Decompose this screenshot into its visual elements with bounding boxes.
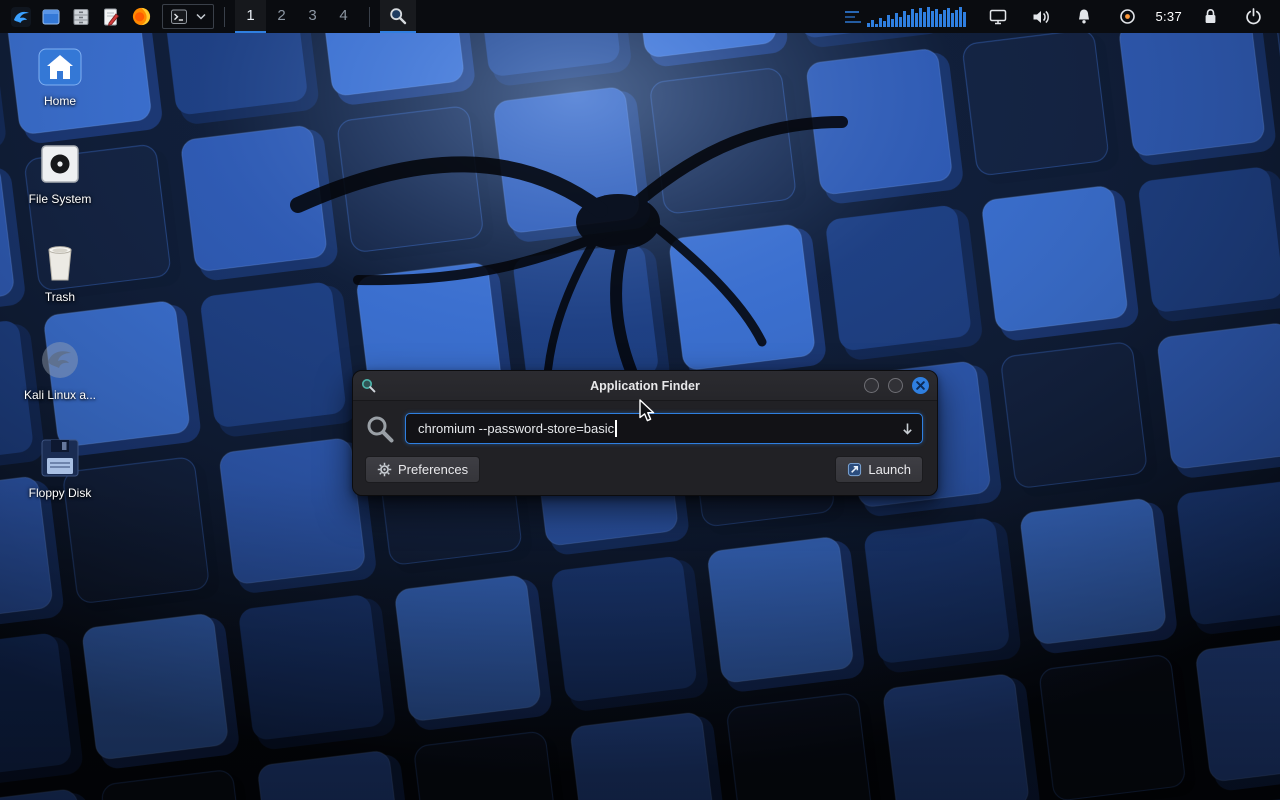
history-dropdown-icon[interactable] — [901, 422, 914, 436]
logout-button[interactable] — [1238, 0, 1268, 33]
file-system-icon — [38, 142, 82, 186]
minimize-button[interactable] — [864, 378, 879, 393]
application-finder-taskbar-icon — [389, 7, 407, 25]
application-finder-icon — [361, 378, 376, 393]
kali-menu-button[interactable] — [6, 0, 36, 33]
launcher-file-manager-button[interactable] — [66, 0, 96, 33]
workspace-4[interactable]: 4 — [328, 0, 359, 33]
terminal-dropdown-button[interactable] — [192, 5, 210, 28]
terminal-icon — [170, 8, 188, 26]
workspace-3[interactable]: 3 — [297, 0, 328, 33]
file-cabinet-icon — [71, 7, 91, 27]
panel-left: 1 2 3 4 — [6, 0, 416, 33]
panel-separator — [224, 7, 225, 27]
window-title: Application Finder — [353, 379, 937, 393]
kali-installer-icon — [38, 338, 82, 382]
desktop-icon-label: Floppy Disk — [29, 486, 92, 500]
chevron-down-icon — [196, 13, 206, 20]
volume-tray-button[interactable] — [1026, 0, 1056, 33]
lock-screen-button[interactable] — [1195, 0, 1225, 33]
terminal-launcher-group — [162, 4, 214, 29]
status-circle-icon — [1119, 8, 1136, 25]
bell-icon — [1076, 8, 1092, 25]
preferences-button[interactable]: Preferences — [365, 456, 480, 483]
window-controls — [864, 377, 929, 394]
updates-tray-button[interactable] — [1112, 0, 1142, 33]
top-panel: 1 2 3 4 — [0, 0, 1280, 33]
command-text: chromium --password-store=basic — [418, 421, 614, 436]
desktop-icon-floppy-disk[interactable]: Floppy Disk — [14, 436, 106, 500]
desktop-icon-kali-linux[interactable]: Kali Linux a... — [14, 338, 106, 402]
desktop-icon-column: Home File System Trash Kali Linux a — [14, 46, 106, 500]
gear-icon — [377, 462, 392, 477]
workspace-1[interactable]: 1 — [235, 0, 266, 33]
titlebar[interactable]: Application Finder — [353, 371, 937, 401]
search-icon — [365, 414, 395, 444]
desktop-icon-label: Trash — [45, 290, 75, 304]
launcher-terminal-button[interactable] — [166, 5, 192, 28]
close-button[interactable] — [912, 377, 929, 394]
audio-spectrum-graph[interactable] — [845, 5, 970, 29]
maximize-button[interactable] — [888, 378, 903, 393]
panel-right: 5:37 — [845, 0, 1274, 33]
display-icon — [989, 9, 1007, 25]
taskbar-application-finder[interactable] — [380, 0, 416, 33]
desktop-icon-home[interactable]: Home — [14, 46, 106, 108]
window-icon — [41, 7, 61, 27]
floppy-disk-icon — [38, 436, 82, 480]
volume-icon — [1032, 9, 1050, 25]
panel-separator-2 — [369, 7, 370, 27]
workspace-2[interactable]: 2 — [266, 0, 297, 33]
power-icon — [1245, 8, 1262, 25]
close-icon — [916, 381, 925, 390]
text-editor-icon — [101, 7, 121, 27]
launcher-window-button[interactable] — [36, 0, 66, 33]
desktop-icon-label: File System — [29, 192, 92, 206]
launch-icon — [847, 462, 862, 477]
firefox-icon — [131, 6, 152, 27]
launch-label: Launch — [868, 462, 911, 477]
preferences-label: Preferences — [398, 462, 468, 477]
display-settings-tray-button[interactable] — [983, 0, 1013, 33]
finder-content: chromium --password-store=basic — [353, 401, 937, 495]
home-icon — [37, 46, 83, 88]
notifications-tray-button[interactable] — [1069, 0, 1099, 33]
workspace-switcher: 1 2 3 4 — [235, 0, 359, 33]
desktop-icon-trash[interactable]: Trash — [14, 240, 106, 304]
desktop-icon-file-system[interactable]: File System — [14, 142, 106, 206]
desktop-icon-label: Kali Linux a... — [24, 388, 96, 402]
trash-icon — [38, 240, 82, 284]
command-input[interactable]: chromium --password-store=basic — [405, 413, 923, 444]
application-finder-window: Application Finder chromium --password — [352, 370, 938, 496]
lock-icon — [1203, 8, 1218, 25]
launch-button[interactable]: Launch — [835, 456, 923, 483]
launcher-text-editor-button[interactable] — [96, 0, 126, 33]
clock[interactable]: 5:37 — [1155, 9, 1182, 24]
launcher-firefox-button[interactable] — [126, 0, 156, 33]
text-caret — [615, 420, 617, 437]
desktop: 1 2 3 4 — [0, 0, 1280, 800]
desktop-icon-label: Home — [44, 94, 76, 108]
kali-logo-icon — [10, 6, 32, 28]
